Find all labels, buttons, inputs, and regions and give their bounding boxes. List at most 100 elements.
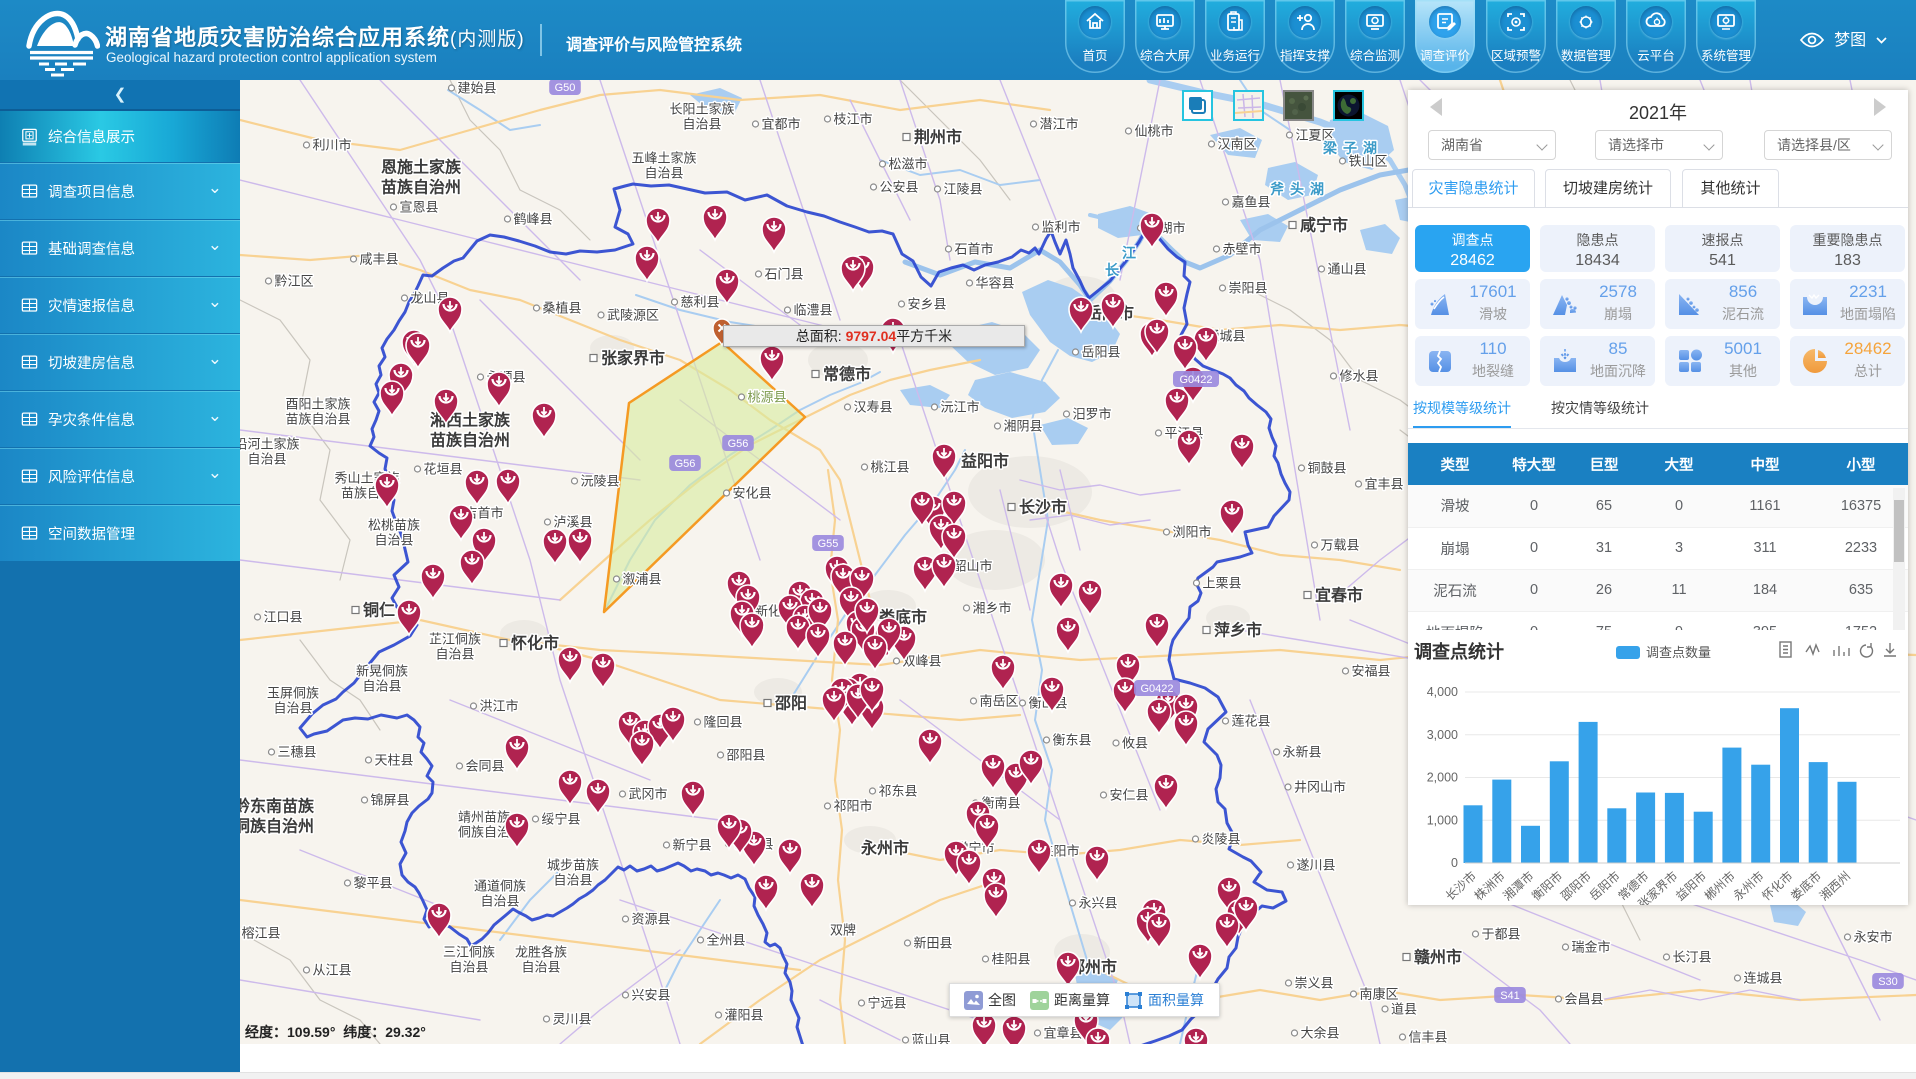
svg-text:祁阳市: 祁阳市 [833, 799, 872, 814]
svg-text:兴安县: 兴安县 [631, 988, 670, 1003]
svg-text:浏阳市: 浏阳市 [1172, 525, 1211, 540]
svg-text:宁远县: 宁远县 [867, 996, 906, 1011]
svg-text:S30: S30 [1878, 976, 1898, 988]
svg-text:新晃侗族: 新晃侗族 [356, 664, 408, 679]
svg-text:崇义县: 崇义县 [1294, 976, 1333, 991]
svg-text:黔东南苗族: 黔东南苗族 [240, 797, 315, 816]
svg-text:汉寿县: 汉寿县 [853, 400, 892, 415]
svg-text:张家界市: 张家界市 [1635, 868, 1681, 905]
svg-text:自治县: 自治县 [449, 960, 488, 975]
svg-text:怀化市: 怀化市 [511, 634, 559, 653]
svg-text:长沙市: 长沙市 [1442, 868, 1479, 903]
svg-text:石首市: 石首市 [954, 242, 993, 257]
svg-text:宜春市: 宜春市 [1315, 586, 1363, 605]
svg-text:华容县: 华容县 [975, 276, 1014, 291]
svg-text:自治县: 自治县 [521, 960, 560, 975]
svg-text:酉阳土家族: 酉阳土家族 [285, 397, 350, 412]
svg-text:自治县: 自治县 [553, 873, 592, 888]
svg-text:怀化市: 怀化市 [1759, 868, 1796, 903]
svg-text:道县: 道县 [1391, 1002, 1417, 1017]
svg-text:苗族自治州: 苗族自治州 [430, 431, 510, 450]
svg-text:会昌县: 会昌县 [1564, 992, 1603, 1007]
svg-text:荆州市: 荆州市 [914, 128, 962, 147]
svg-text:斧头湖: 斧头湖 [1270, 181, 1330, 197]
svg-text:洪江市: 洪江市 [479, 699, 518, 714]
svg-text:湘西州: 湘西州 [1816, 868, 1853, 903]
svg-text:长汀县: 长汀县 [1672, 950, 1711, 965]
svg-text:通道侗族: 通道侗族 [474, 879, 526, 894]
svg-text:邵阳县: 邵阳县 [726, 748, 765, 763]
svg-text:石门县: 石门县 [764, 267, 803, 282]
svg-text:攸县: 攸县 [1122, 736, 1148, 751]
svg-text:永兴县: 永兴县 [1078, 896, 1117, 911]
svg-text:自治县: 自治县 [435, 647, 474, 662]
svg-text:沅江市: 沅江市 [940, 400, 979, 415]
svg-text:鹤峰县: 鹤峰县 [513, 212, 552, 227]
svg-text:资源县: 资源县 [631, 912, 670, 927]
svg-text:自治县: 自治县 [247, 452, 286, 467]
svg-text:0: 0 [1451, 856, 1458, 870]
svg-text:蓝山县: 蓝山县 [911, 1033, 950, 1044]
svg-text:永州市: 永州市 [860, 839, 909, 858]
svg-text:邵阳: 邵阳 [774, 695, 807, 713]
svg-text:隆回县: 隆回县 [703, 715, 742, 730]
svg-text:桂阳县: 桂阳县 [991, 952, 1030, 967]
svg-text:湘潭市: 湘潭市 [1500, 868, 1537, 903]
svg-text:赤壁市: 赤壁市 [1222, 242, 1261, 257]
svg-text:安乡县: 安乡县 [907, 297, 946, 312]
svg-text:苗族自治县: 苗族自治县 [285, 412, 350, 427]
svg-text:从江县: 从江县 [312, 963, 351, 978]
svg-text:武冈市: 武冈市 [628, 787, 667, 802]
svg-text:常德市: 常德市 [823, 365, 871, 384]
svg-text:炎陵县: 炎陵县 [1201, 832, 1240, 847]
svg-text:益阳市: 益阳市 [1672, 868, 1709, 903]
svg-text:G56: G56 [728, 438, 749, 450]
svg-text:韶山市: 韶山市 [953, 559, 992, 574]
svg-text:娄底市: 娄底市 [1787, 868, 1824, 903]
svg-text:天柱县: 天柱县 [374, 753, 413, 768]
svg-text:郴州市: 郴州市 [1701, 868, 1738, 903]
svg-text:岳阳市: 岳阳市 [1586, 868, 1623, 903]
svg-text:龙胜各族: 龙胜各族 [515, 945, 567, 960]
svg-text:新宁县: 新宁县 [672, 838, 711, 853]
svg-text:信丰县: 信丰县 [1408, 1030, 1447, 1044]
svg-text:南岳区: 南岳区 [979, 694, 1018, 709]
svg-text:永新县: 永新县 [1282, 745, 1321, 760]
svg-text:长阳土家族: 长阳土家族 [669, 102, 734, 117]
svg-text:桃源县: 桃源县 [747, 390, 786, 405]
svg-text:湘阴县: 湘阴县 [1003, 419, 1042, 434]
svg-text:宜都市: 宜都市 [761, 117, 800, 132]
svg-text:益阳市: 益阳市 [961, 452, 1009, 471]
svg-text:G0422: G0422 [1179, 374, 1212, 386]
svg-text:江口县: 江口县 [263, 610, 302, 625]
svg-text:铜鼓县: 铜鼓县 [1307, 461, 1346, 476]
svg-text:万载县: 万载县 [1320, 538, 1359, 553]
svg-text:仙桃市: 仙桃市 [1134, 124, 1173, 139]
svg-text:连城县: 连城县 [1743, 971, 1782, 986]
svg-text:S41: S41 [1500, 990, 1520, 1002]
svg-text:苗族自治州: 苗族自治州 [381, 178, 461, 197]
svg-text:城步苗族: 城步苗族 [547, 858, 599, 873]
svg-text:于都县: 于都县 [1481, 927, 1520, 942]
svg-text:自治县: 自治县 [273, 701, 312, 716]
svg-text:自治县: 自治县 [682, 117, 721, 132]
svg-text:自治县: 自治县 [480, 894, 519, 909]
svg-text:南康区: 南康区 [1359, 987, 1398, 1002]
svg-text:湘乡市: 湘乡市 [972, 601, 1011, 616]
svg-text:溆浦县: 溆浦县 [622, 572, 661, 587]
svg-text:通山县: 通山县 [1327, 262, 1366, 277]
svg-text:江陵县: 江陵县 [943, 182, 982, 197]
svg-text:大余县: 大余县 [1300, 1026, 1339, 1041]
svg-text:G55: G55 [818, 538, 839, 550]
svg-text:公安县: 公安县 [879, 180, 918, 195]
svg-text:张家界市: 张家界市 [601, 349, 665, 368]
svg-text:上栗县: 上栗县 [1202, 576, 1241, 591]
svg-text:2,000: 2,000 [1427, 771, 1458, 785]
svg-text:监利市: 监利市 [1041, 220, 1080, 235]
svg-text:长: 长 [1105, 262, 1120, 278]
svg-text:沿河土家族: 沿河土家族 [240, 437, 300, 452]
svg-text:黎平县: 黎平县 [353, 876, 392, 891]
svg-text:常德市: 常德市 [1615, 868, 1652, 903]
svg-text:临澧县: 临澧县 [793, 303, 832, 318]
svg-text:瑞金市: 瑞金市 [1571, 940, 1610, 955]
